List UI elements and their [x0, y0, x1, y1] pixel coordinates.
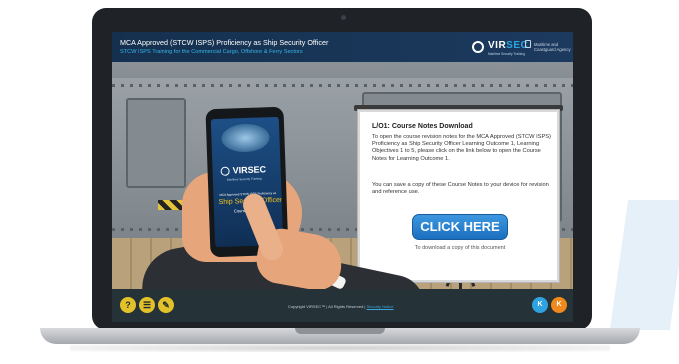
security-notice-link[interactable]: Security Notice [367, 304, 394, 309]
laptop-shadow [70, 344, 610, 352]
phone-logo: VIRSEC [232, 164, 267, 176]
hull-plate [126, 98, 186, 188]
virsec-logo-icon [472, 41, 484, 53]
click-here-button[interactable]: CLICK HERE [412, 214, 508, 240]
back-button[interactable]: K [532, 297, 548, 313]
course-footer: ? ☰ ✎ Copyright VIRSEC™ | All Rights Res… [112, 289, 573, 322]
background-decoration [609, 200, 679, 330]
help-button[interactable]: ? [120, 297, 136, 313]
course-title: MCA Approved (STCW ISPS) Proficiency as … [120, 38, 329, 47]
ship-image [220, 123, 270, 153]
download-note: To download a copy of this document [414, 245, 506, 251]
notes-board: L/O1: Course Notes Download To open the … [358, 110, 559, 282]
copyright-text: Copyright VIRSEC™ | All Rights Reserved … [288, 304, 394, 309]
laptop-screen: MCA Approved (STCW ISPS) Proficiency as … [112, 32, 573, 322]
menu-button[interactable]: ☰ [139, 297, 155, 313]
crest-icon [525, 40, 531, 48]
forward-button[interactable]: K [551, 297, 567, 313]
course-subtitle: STCW ISPS Training for the Commercial Ca… [120, 49, 303, 55]
virsec-tagline: Maritime Security Training [488, 52, 525, 56]
phone-tagline: Maritime Security Training [226, 176, 262, 182]
rivet-row [112, 84, 573, 87]
laptop-camera [341, 15, 346, 20]
page: MCA Approved (STCW ISPS) Proficiency as … [0, 0, 679, 364]
board-paragraph-2: You can save a copy of these Course Note… [372, 182, 549, 196]
board-title: L/O1: Course Notes Download [372, 123, 473, 130]
board-paragraph-1: To open the course revision notes for th… [372, 134, 551, 162]
course-header: MCA Approved (STCW ISPS) Proficiency as … [112, 32, 573, 62]
slide-scene: L/O1: Course Notes Download To open the … [112, 62, 573, 289]
laptop-notch [295, 328, 385, 334]
virsec-logo: VIRSEC [488, 40, 529, 51]
agency-name: Maritime and Coastguard Agency [534, 42, 571, 52]
notes-button[interactable]: ✎ [158, 297, 174, 313]
phone-logo-icon [220, 166, 230, 176]
